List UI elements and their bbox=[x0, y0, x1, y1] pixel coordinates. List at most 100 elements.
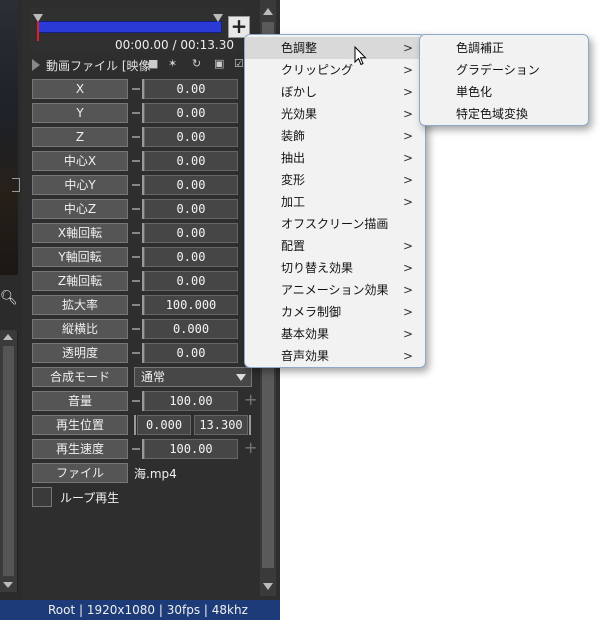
timeline-strip[interactable]: 00:00.00 / 00:13.30 bbox=[30, 8, 244, 52]
chevron-right-icon: > bbox=[402, 305, 413, 319]
decrease-icon[interactable] bbox=[132, 232, 140, 234]
decrease-icon[interactable] bbox=[132, 256, 140, 258]
property-label[interactable]: 透明度 bbox=[32, 343, 128, 363]
loop-checkbox[interactable] bbox=[32, 487, 52, 507]
menu-item[interactable]: オフスクリーン描画 bbox=[245, 213, 425, 235]
scroll-down-icon[interactable] bbox=[263, 583, 273, 590]
property-label[interactable]: Z軸回転 bbox=[32, 271, 128, 291]
lock-icon[interactable]: ▣ bbox=[214, 57, 224, 70]
submenu-item[interactable]: 単色化 bbox=[420, 81, 588, 103]
refresh-icon[interactable]: ↻ bbox=[192, 57, 201, 70]
menu-item[interactable]: 抽出 > bbox=[245, 147, 425, 169]
search-icon[interactable]: 🔍︎ bbox=[0, 290, 18, 306]
decrease-icon[interactable] bbox=[132, 280, 140, 282]
volume-label[interactable]: 音量 bbox=[32, 391, 128, 411]
loop-row: ループ再生 bbox=[30, 486, 266, 508]
link-icon[interactable]: ✶ bbox=[168, 57, 177, 70]
chevron-right-icon: > bbox=[402, 261, 413, 275]
submenu-item-label: 特定色域変換 bbox=[456, 107, 529, 121]
submenu-item-label: 単色化 bbox=[456, 85, 493, 99]
menu-item[interactable]: 配置 > bbox=[245, 235, 425, 257]
decrease-icon[interactable] bbox=[132, 136, 140, 138]
property-row: 中心Z0.00+ bbox=[30, 198, 266, 220]
decrease-icon[interactable] bbox=[132, 160, 140, 162]
submenu-item[interactable]: 色調補正 bbox=[420, 37, 588, 59]
decrease-icon[interactable] bbox=[132, 208, 140, 210]
menu-item[interactable]: 基本効果 > bbox=[245, 323, 425, 345]
menu-item[interactable]: クリッピング > bbox=[245, 59, 425, 81]
checkbox-icon[interactable]: ☑ bbox=[234, 57, 244, 70]
property-label[interactable]: 中心Z bbox=[32, 199, 128, 219]
property-value[interactable]: 0.00 bbox=[144, 271, 238, 291]
blend-select[interactable]: 通常 bbox=[134, 367, 252, 387]
playpos-start[interactable]: 0.000 bbox=[137, 415, 191, 435]
scroll-up-icon[interactable] bbox=[3, 334, 13, 340]
speed-decrease-icon[interactable] bbox=[132, 448, 140, 450]
chevron-down-icon bbox=[236, 374, 246, 381]
property-value[interactable]: 0.000 bbox=[144, 319, 238, 339]
property-value[interactable]: 0.00 bbox=[144, 151, 238, 171]
chevron-right-icon: > bbox=[402, 151, 413, 165]
menu-item[interactable]: 加工 > bbox=[245, 191, 425, 213]
playpos-end[interactable]: 13.300 bbox=[194, 415, 248, 435]
menu-item[interactable]: 変形 > bbox=[245, 169, 425, 191]
menu-item[interactable]: 光効果 > bbox=[245, 103, 425, 125]
decrease-icon[interactable] bbox=[132, 112, 140, 114]
property-label[interactable]: 拡大率 bbox=[32, 295, 128, 315]
camera-icon[interactable]: ■ bbox=[148, 57, 158, 70]
menu-item[interactable]: アニメーション効果 > bbox=[245, 279, 425, 301]
left-scrollbar[interactable] bbox=[0, 330, 18, 592]
timeline-track[interactable] bbox=[38, 21, 222, 33]
submenu-item[interactable]: グラデーション bbox=[420, 59, 588, 81]
property-label[interactable]: Y bbox=[32, 103, 128, 123]
property-row: Y軸回転0.00+ bbox=[30, 246, 266, 268]
blend-label[interactable]: 合成モード bbox=[32, 367, 128, 387]
menu-item[interactable]: 音声効果 > bbox=[245, 345, 425, 367]
collapse-icon[interactable] bbox=[32, 59, 40, 71]
decrease-icon[interactable] bbox=[132, 184, 140, 186]
menu-item[interactable]: 色調整 > bbox=[245, 37, 425, 59]
decrease-icon[interactable] bbox=[132, 304, 140, 306]
property-label[interactable]: X bbox=[32, 79, 128, 99]
chevron-right-icon: > bbox=[402, 327, 413, 341]
scroll-track[interactable] bbox=[3, 346, 14, 576]
property-label[interactable]: 中心Y bbox=[32, 175, 128, 195]
file-button[interactable]: ファイル bbox=[32, 463, 128, 483]
menu-item[interactable]: カメラ制御 > bbox=[245, 301, 425, 323]
property-value[interactable]: 100.000 bbox=[144, 295, 238, 315]
submenu-item[interactable]: 特定色域変換 bbox=[420, 103, 588, 125]
property-label[interactable]: 縦横比 bbox=[32, 319, 128, 339]
speed-increase-icon[interactable]: + bbox=[244, 440, 257, 456]
property-label[interactable]: Y軸回転 bbox=[32, 247, 128, 267]
decrease-icon[interactable] bbox=[132, 88, 140, 90]
time-readout: 00:00.00 / 00:13.30 bbox=[114, 38, 234, 52]
property-value[interactable]: 0.00 bbox=[144, 223, 238, 243]
scroll-up-icon[interactable] bbox=[263, 8, 273, 15]
volume-decrease-icon[interactable] bbox=[132, 400, 140, 402]
property-value[interactable]: 0.00 bbox=[144, 79, 238, 99]
property-label[interactable]: 中心X bbox=[32, 151, 128, 171]
property-value[interactable]: 0.00 bbox=[144, 343, 238, 363]
property-value[interactable]: 0.00 bbox=[144, 247, 238, 267]
property-label[interactable]: Z bbox=[32, 127, 128, 147]
file-row: ファイル 海.mp4 bbox=[30, 462, 266, 484]
property-value[interactable]: 0.00 bbox=[144, 127, 238, 147]
playpos-label[interactable]: 再生位置 bbox=[32, 415, 128, 435]
decrease-icon[interactable] bbox=[132, 328, 140, 330]
property-value[interactable]: 0.00 bbox=[144, 103, 238, 123]
volume-value[interactable]: 100.00 bbox=[144, 391, 238, 411]
property-value[interactable]: 0.00 bbox=[144, 199, 238, 219]
decrease-icon[interactable] bbox=[132, 352, 140, 354]
volume-increase-icon[interactable]: + bbox=[244, 392, 257, 408]
playhead[interactable] bbox=[37, 21, 39, 41]
end-marker-icon[interactable] bbox=[213, 14, 223, 22]
speed-value[interactable]: 100.00 bbox=[144, 439, 238, 459]
menu-item[interactable]: 装飾 > bbox=[245, 125, 425, 147]
scroll-down-icon[interactable] bbox=[3, 582, 13, 588]
property-label[interactable]: X軸回転 bbox=[32, 223, 128, 243]
menu-item[interactable]: 切り替え効果 > bbox=[245, 257, 425, 279]
property-value[interactable]: 0.00 bbox=[144, 175, 238, 195]
speed-label[interactable]: 再生速度 bbox=[32, 439, 128, 459]
menu-item-label: 変形 bbox=[281, 173, 306, 187]
menu-item[interactable]: ぼかし > bbox=[245, 81, 425, 103]
